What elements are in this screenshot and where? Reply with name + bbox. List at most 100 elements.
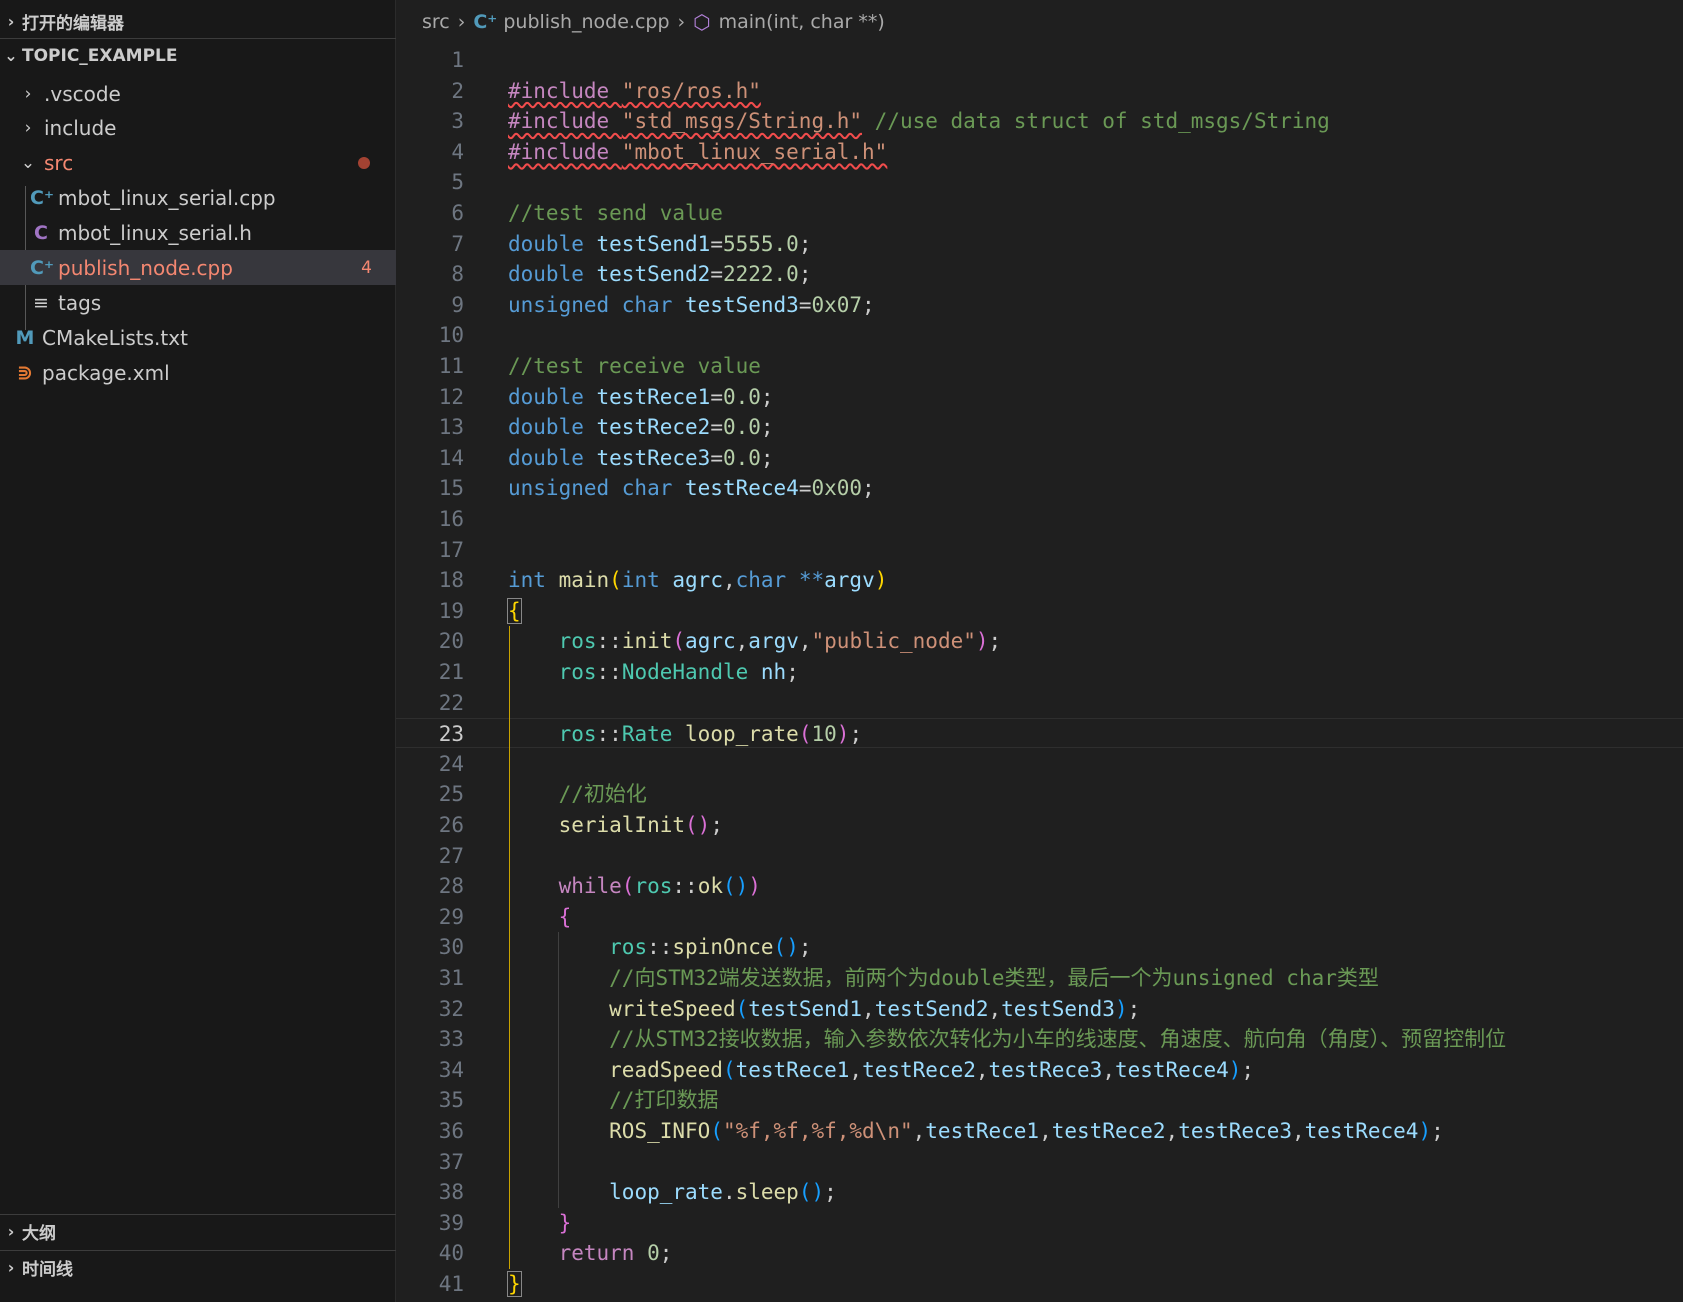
code-token: ; <box>862 476 875 501</box>
code-token: ; <box>659 1241 673 1266</box>
breadcrumb-file[interactable]: publish_node.cpp <box>503 11 669 33</box>
code-token: ) <box>1228 1057 1242 1082</box>
code-text: //test receive value <box>508 351 761 381</box>
project-label: TOPIC_EXAMPLE <box>22 45 178 66</box>
code-token: ros <box>609 935 648 960</box>
line-number: 2 <box>451 78 464 103</box>
code-token: ( <box>722 1057 736 1082</box>
modified-dot-icon <box>358 156 370 169</box>
tree-item-label: CMakeLists.txt <box>42 325 188 350</box>
line-number: 26 <box>438 813 464 837</box>
tree-item-mbot-linux-serial-h[interactable]: C mbot_linux_serial.h <box>0 215 396 250</box>
code-line[interactable]: 31 //向STM32端发送数据，前两个为double类型，最后一个为unsig… <box>396 963 1683 993</box>
timeline-header[interactable]: › 时间线 <box>0 1250 396 1284</box>
code-line[interactable]: 37 <box>396 1147 1683 1177</box>
line-number: 22 <box>438 690 464 715</box>
tree-item-label: package.xml <box>42 360 170 385</box>
breadcrumb-folder[interactable]: src <box>422 11 450 33</box>
code-line[interactable]: 28 while(ros::ok()) <box>396 871 1683 901</box>
tree-item-mbot-linux-serial-cpp[interactable]: C⁺ mbot_linux_serial.cpp <box>0 180 396 215</box>
rss-xml-file-icon: ⋑ <box>17 361 33 384</box>
code-line[interactable]: 1 <box>396 45 1683 75</box>
open-editors-header[interactable]: › 打开的编辑器 <box>0 4 396 38</box>
code-line[interactable]: 6 //test send value <box>396 198 1683 228</box>
line-number: 19 <box>438 598 464 623</box>
code-line[interactable]: 30 ros::spinOnce(); <box>396 932 1683 962</box>
code-token: () <box>722 874 749 899</box>
code-line[interactable]: 5 <box>396 167 1683 197</box>
code-line[interactable]: 4 #include "mbot_linux_serial.h" <box>396 137 1683 167</box>
code-line[interactable]: 8 double testSend2=2222.0; <box>396 259 1683 289</box>
line-number: 21 <box>438 660 464 684</box>
tree-item-package-xml[interactable]: ⋑ package.xml <box>0 355 396 390</box>
code-line[interactable]: 34 readSpeed(testRece1,testRece2,testRec… <box>396 1055 1683 1085</box>
tree-item-publish-node-cpp[interactable]: C⁺ publish_node.cpp 4 <box>0 250 396 285</box>
code-token: unsigned char <box>508 476 686 501</box>
code-line[interactable]: 3 #include "std_msgs/String.h" //use data… <box>396 106 1683 136</box>
code-line[interactable]: 38 loop_rate.sleep(); <box>396 1177 1683 1207</box>
code-line[interactable]: 41} <box>396 1269 1683 1299</box>
code-token: ( <box>735 996 749 1021</box>
code-line[interactable]: 22 <box>396 688 1683 718</box>
code-token: = <box>710 231 723 256</box>
line-number: 36 <box>438 1119 464 1143</box>
code-line[interactable]: 33 //从STM32接收数据，输入参数依次转化为小车的线速度、角速度、航向角（… <box>396 1024 1683 1054</box>
code-line[interactable]: 16 <box>396 504 1683 534</box>
code-line[interactable]: 17 <box>396 535 1683 565</box>
project-header[interactable]: ⌄ TOPIC_EXAMPLE <box>0 38 396 72</box>
code-line[interactable]: 15 unsigned char testRece4=0x00; <box>396 473 1683 503</box>
line-number: 28 <box>438 874 464 899</box>
code-line[interactable]: 11 //test receive value <box>396 351 1683 381</box>
tree-item-tags[interactable]: ≡ tags <box>0 285 396 320</box>
code-line[interactable]: 26 serialInit(); <box>396 810 1683 840</box>
code-token: ; <box>1127 996 1141 1021</box>
code-line[interactable]: 20 ros::init(agrc,argv,"public_node"); <box>396 626 1683 656</box>
chevron-right-icon: › <box>457 11 466 33</box>
code-token: :: <box>596 629 622 654</box>
tree-item-cmakelists[interactable]: M CMakeLists.txt <box>0 320 396 355</box>
code-token: . <box>722 1180 736 1205</box>
code-token: return <box>558 1241 648 1266</box>
code-line[interactable]: 40 return 0; <box>396 1238 1683 1268</box>
tree-item-vscode[interactable]: › .vscode <box>0 76 396 111</box>
code-line[interactable]: 39 } <box>396 1208 1683 1238</box>
code-line[interactable]: 32 writeSpeed(testSend1,testSend2,testSe… <box>396 994 1683 1024</box>
code-token: sleep <box>735 1180 799 1205</box>
code-line[interactable]: 14 double testRece3=0.0; <box>396 443 1683 473</box>
code-line[interactable]: 24 <box>396 749 1683 779</box>
code-line[interactable]: 19 { <box>396 596 1683 626</box>
outline-header[interactable]: › 大纲 <box>0 1214 396 1248</box>
code-line[interactable]: 12 double testRece1=0.0; <box>396 382 1683 412</box>
timeline-label: 时间线 <box>22 1260 73 1280</box>
code-line[interactable]: 27 <box>396 841 1683 871</box>
code-token: ; <box>988 629 1002 654</box>
code-line[interactable]: 23 ros::Rate loop_rate(10); <box>396 718 1683 749</box>
code-line[interactable]: 35 //打印数据 <box>396 1085 1683 1115</box>
code-text: int main(int agrc,char **argv) <box>508 565 887 595</box>
breadcrumb-symbol[interactable]: main(int, char **) <box>719 11 885 33</box>
code-line[interactable]: 25 //初始化 <box>396 779 1683 809</box>
code-line[interactable]: 10 <box>396 320 1683 350</box>
code-line[interactable]: 18 int main(int agrc,char **argv) <box>396 565 1683 595</box>
code-token: char <box>735 568 799 593</box>
tree-item-include[interactable]: › include <box>0 110 396 145</box>
line-number: 27 <box>438 843 464 868</box>
line-number: 16 <box>438 507 464 531</box>
code-token: ) <box>1114 996 1128 1021</box>
code-editor[interactable]: 1 2 #include "ros/ros.h" 3 #include "std_msg… <box>396 40 1683 1302</box>
code-line[interactable]: 2 #include "ros/ros.h" <box>396 76 1683 106</box>
code-line[interactable]: 13 double testRece2=0.0; <box>396 412 1683 442</box>
line-number: 18 <box>438 568 464 593</box>
code-line[interactable]: 29 { <box>396 902 1683 932</box>
code-line[interactable]: 36 ROS_INFO("%f,%f,%f,%d\n",testRece1,te… <box>396 1116 1683 1146</box>
code-token: testRece2 <box>862 1057 976 1082</box>
code-line[interactable]: 7 double testSend1=5555.0; <box>396 229 1683 259</box>
tree-item-src[interactable]: ⌄ src <box>0 145 396 180</box>
code-line[interactable]: 9 unsigned char testSend3=0x07; <box>396 290 1683 320</box>
code-line[interactable]: 21 ros::NodeHandle nh; <box>396 657 1683 687</box>
line-number: 34 <box>438 1057 464 1082</box>
code-token: testRece2 <box>596 415 711 440</box>
line-number: 33 <box>438 1027 464 1052</box>
code-token: ; <box>760 384 774 409</box>
